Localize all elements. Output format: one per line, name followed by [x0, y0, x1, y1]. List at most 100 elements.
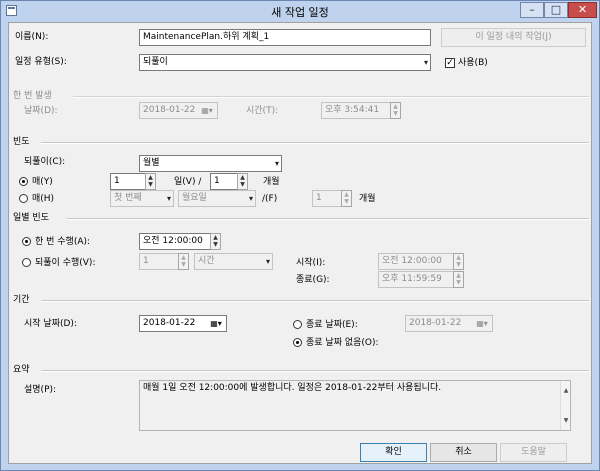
spin-down-icon: ▼: [148, 181, 153, 188]
cancel-button[interactable]: 취소: [430, 443, 497, 462]
daily-end-time-spinner[interactable]: ▲ ▼: [453, 271, 464, 288]
recurs-dropdown[interactable]: 월별 ▾: [139, 155, 282, 172]
start-date-picker[interactable]: 2018-01-22 ▦▾: [139, 315, 227, 332]
help-button[interactable]: 도움말: [500, 443, 567, 462]
monthly-day-label: 매(Y): [32, 177, 53, 187]
new-job-schedule-window: 새 작업 일정 – □ ✕ 이름(N): MaintenancePlan.하위 …: [0, 0, 600, 471]
enabled-label: 사용(B): [458, 58, 488, 68]
spin-up-icon: ▲: [344, 191, 349, 198]
day-of-month-input[interactable]: 1: [110, 173, 146, 190]
spin-down-icon: ▼: [344, 198, 349, 205]
description-text: 매월 1일 오전 12:00:00에 발생합니다. 일정은 2018-01-22…: [143, 383, 442, 393]
monthly-day-radio[interactable]: [19, 177, 28, 186]
the-every-suffix-label: /(F): [262, 194, 278, 204]
summary-divider: [41, 370, 589, 372]
minimize-button[interactable]: –: [520, 2, 544, 18]
interval-unit-dropdown[interactable]: 시간 ▾: [194, 253, 273, 270]
occurs-once-label: 한 번 수행(A):: [35, 237, 91, 247]
enabled-checkbox[interactable]: ✓: [445, 58, 455, 68]
calendar-icon[interactable]: ▦▾: [207, 317, 225, 330]
ok-button[interactable]: 확인: [360, 443, 427, 462]
schedule-type-value: 되풀이: [143, 57, 168, 67]
chevron-down-icon: ▾: [166, 194, 171, 203]
name-label: 이름(N):: [15, 32, 49, 42]
start-date-value: 2018-01-22: [143, 318, 196, 328]
one-time-time-label: 시간(T):: [246, 106, 279, 116]
window-title: 새 작업 일정: [271, 6, 329, 19]
one-time-date-value: 2018-01-22: [143, 105, 196, 115]
occurs-every-label: 되풀이 수행(V):: [35, 258, 96, 268]
the-month-interval-spinner[interactable]: ▲ ▼: [341, 190, 352, 207]
occurs-every-interval-input[interactable]: 1: [139, 253, 179, 270]
day-of-month-spinner[interactable]: ▲ ▼: [145, 173, 156, 190]
calendar-icon: ▦▾: [476, 319, 488, 328]
monthly-the-radio[interactable]: [19, 194, 28, 203]
the-month-suffix-label: 개월: [359, 194, 376, 204]
occurs-once-radio[interactable]: [22, 237, 31, 246]
daily-frequency-section-title: 일별 빈도: [13, 213, 49, 223]
daily-start-time-input[interactable]: 오전 12:00:00: [378, 253, 454, 270]
weekday-dropdown[interactable]: 월요일 ▾: [178, 190, 256, 207]
duration-section-title: 기간: [13, 295, 30, 305]
duration-divider: [41, 300, 589, 302]
chevron-down-icon: ▾: [274, 159, 279, 168]
title-bar[interactable]: 새 작업 일정 – □ ✕: [1, 1, 599, 21]
month-suffix-label: 개월: [263, 177, 280, 187]
occurs-once-time-input[interactable]: 오전 12:00:00: [139, 233, 211, 250]
calendar-icon: ▦▾: [201, 106, 213, 115]
month-interval-spinner[interactable]: ▲ ▼: [237, 173, 248, 190]
one-time-date-label: 날짜(D):: [24, 106, 58, 116]
summary-section-title: 요약: [13, 365, 30, 375]
daily-end-time-input[interactable]: 오후 11:59:59: [378, 271, 454, 288]
spin-down-icon: ▼: [393, 110, 398, 117]
occurs-every-interval-spinner[interactable]: ▲ ▼: [178, 253, 189, 270]
occurs-every-radio[interactable]: [22, 258, 31, 267]
day-suffix-label: 일(V) /: [174, 177, 202, 187]
start-date-label: 시작 날짜(D):: [24, 319, 77, 329]
one-time-date-picker[interactable]: 2018-01-22 ▦▾: [139, 102, 218, 119]
spin-up-icon: ▲: [456, 272, 461, 279]
end-date-value: 2018-01-22: [409, 318, 462, 328]
daily-start-label: 시작(I):: [296, 258, 326, 268]
end-date-radio[interactable]: [293, 320, 302, 329]
chevron-down-icon: ▾: [248, 194, 253, 203]
spin-up-icon: ▲: [181, 254, 186, 261]
scroll-down-icon: ▼: [563, 417, 569, 424]
schedule-type-dropdown[interactable]: 되풀이 ▾: [139, 54, 431, 71]
one-time-time-spinner[interactable]: ▲ ▼: [390, 102, 401, 119]
recurs-value: 월별: [143, 158, 160, 168]
ordinal-value: 첫 번째: [114, 193, 142, 203]
end-date-label: 종료 날짜(E):: [306, 320, 358, 330]
description-textarea[interactable]: 매월 1일 오전 12:00:00에 발생합니다. 일정은 2018-01-22…: [139, 380, 571, 431]
one-time-divider: [73, 96, 589, 98]
one-time-section-title: 한 번 발생: [13, 91, 52, 101]
scroll-up-icon: ▲: [563, 387, 569, 394]
dialog-body: 이름(N): MaintenancePlan.하위 계획_1 이 일정 내의 작…: [8, 22, 592, 464]
one-time-time-input[interactable]: 오후 3:54:41: [321, 102, 391, 119]
spin-up-icon: ▲: [393, 103, 398, 110]
no-end-date-label: 종료 날짜 없음(O):: [306, 338, 379, 348]
jobs-in-schedule-button[interactable]: 이 일정 내의 작업(J): [441, 28, 586, 47]
weekday-value: 월요일: [182, 193, 207, 203]
name-input[interactable]: MaintenancePlan.하위 계획_1: [139, 29, 431, 46]
close-button[interactable]: ✕: [568, 2, 597, 18]
occurs-once-time-spinner[interactable]: ▲ ▼: [210, 233, 221, 250]
month-interval-input[interactable]: 1: [210, 173, 238, 190]
description-label: 설명(P):: [24, 385, 57, 395]
spin-up-icon: ▲: [213, 234, 218, 241]
spin-down-icon: ▼: [213, 241, 218, 248]
daily-start-time-spinner[interactable]: ▲ ▼: [453, 253, 464, 270]
spin-up-icon: ▲: [456, 254, 461, 261]
daily-end-label: 종료(G):: [296, 275, 330, 285]
spin-down-icon: ▼: [456, 261, 461, 268]
end-date-picker[interactable]: 2018-01-22 ▦▾: [405, 315, 493, 332]
description-scrollbar[interactable]: ▲ ▼: [560, 381, 570, 430]
monthly-the-label: 매(H): [32, 194, 55, 204]
the-month-interval-input[interactable]: 1: [312, 190, 342, 207]
ordinal-dropdown[interactable]: 첫 번째 ▾: [110, 190, 174, 207]
no-end-date-radio[interactable]: [293, 338, 302, 347]
chevron-down-icon: ▾: [265, 257, 270, 266]
maximize-button[interactable]: □: [544, 2, 568, 18]
daily-frequency-divider: [67, 218, 589, 220]
recurs-label: 되풀이(C):: [24, 157, 66, 167]
